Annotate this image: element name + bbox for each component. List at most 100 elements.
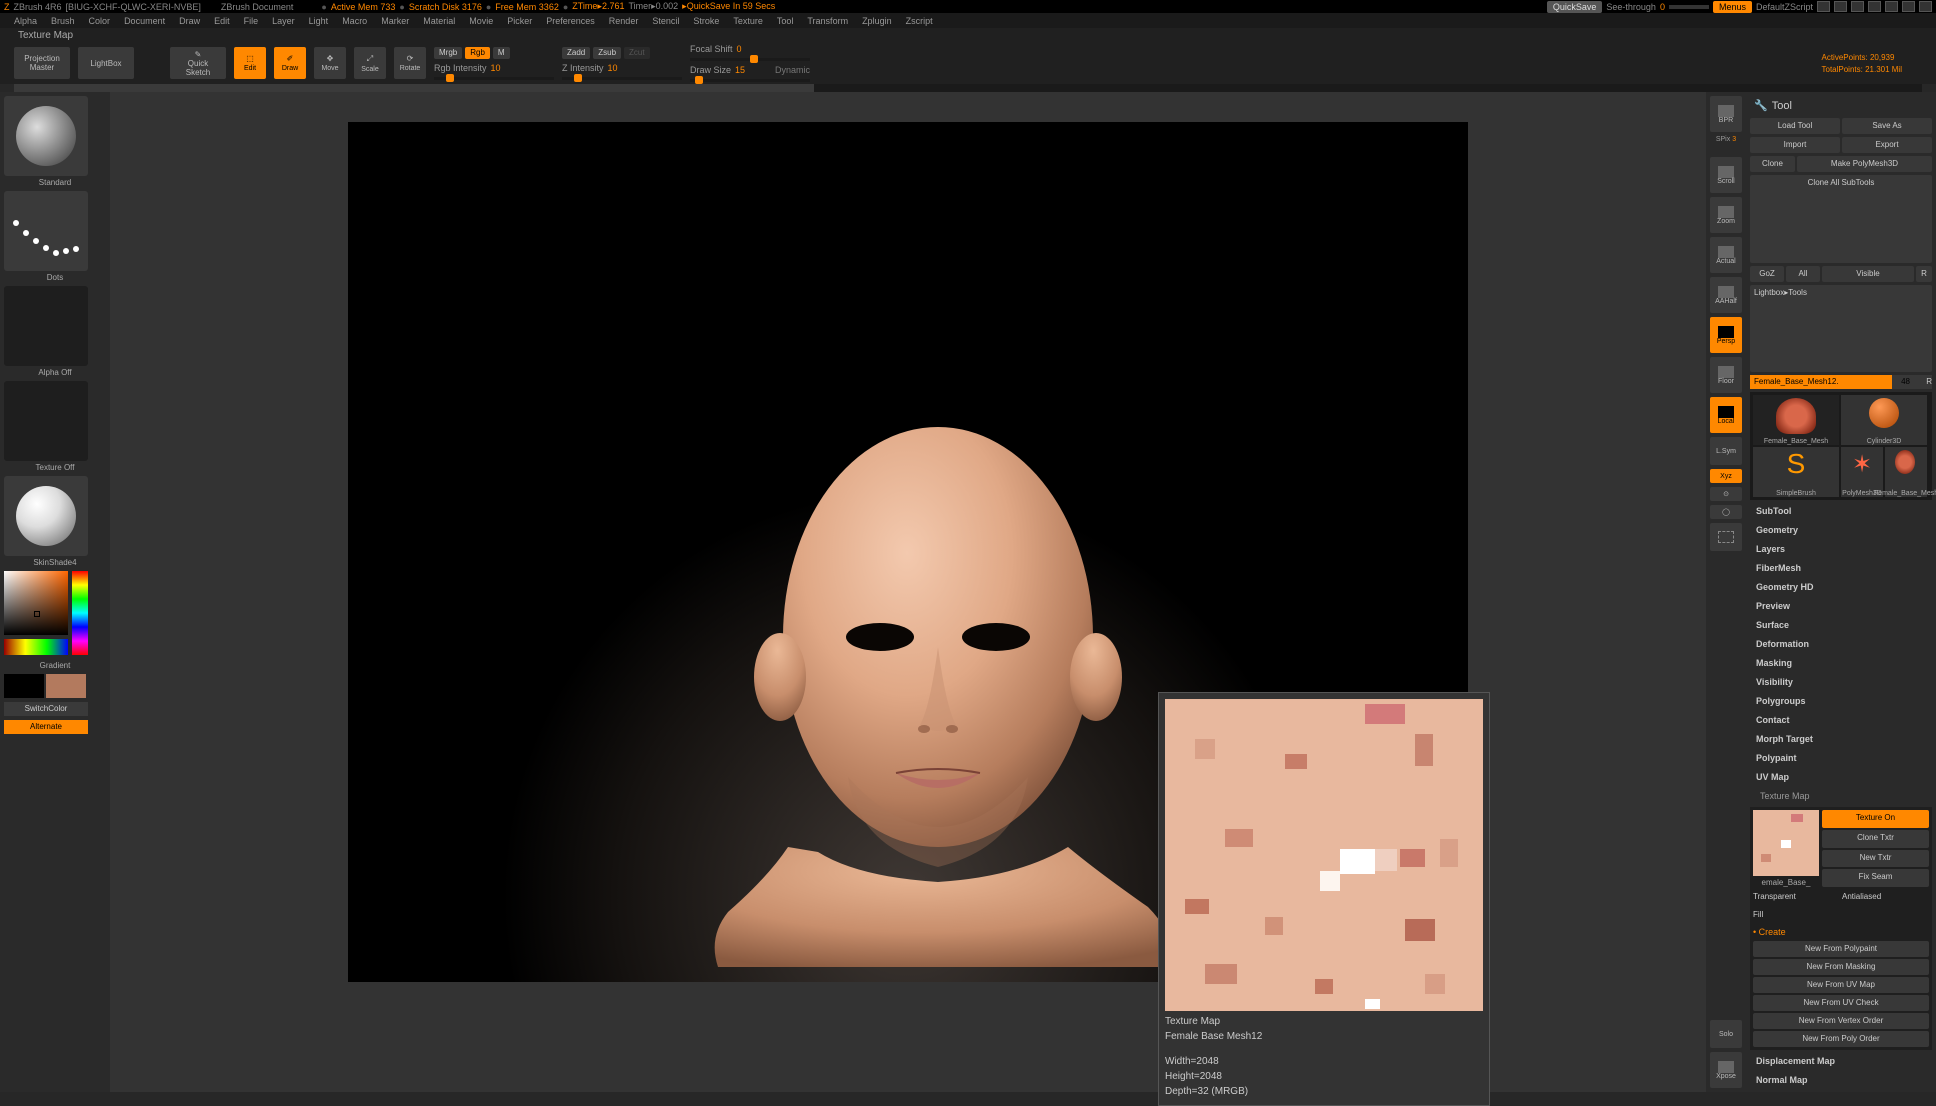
goz-r-button[interactable]: R [1916,266,1932,282]
alternate-button[interactable]: Alternate [4,720,88,734]
focal-shift-slider[interactable] [690,58,810,61]
menu-zplugin[interactable]: Zplugin [858,16,896,26]
new-from-masking[interactable]: New From Masking [1753,959,1929,975]
export-button[interactable]: Export [1842,137,1932,153]
rgb-intensity-slider[interactable] [434,77,554,80]
antialiased-toggle[interactable]: Antialiased [1842,889,1929,905]
minimize-icon[interactable] [1885,1,1898,12]
frame-button[interactable] [1710,523,1742,551]
tool-item-female2[interactable]: Female_Base_Mesh [1885,447,1927,497]
dynamic-label[interactable]: Dynamic [775,65,810,75]
move-button[interactable]: ✥Move [314,47,346,79]
acc-preview[interactable]: Preview [1750,598,1932,614]
fill-button[interactable]: Fill [1753,907,1929,923]
menu-layer[interactable]: Layer [268,16,299,26]
acc-texturemap[interactable]: Texture Map [1750,788,1932,804]
acc-morphtarget[interactable]: Morph Target [1750,731,1932,747]
acc-displacement[interactable]: Displacement Map [1750,1053,1932,1069]
zscript-label[interactable]: DefaultZScript [1756,2,1813,12]
acc-masking[interactable]: Masking [1750,655,1932,671]
acc-normalmap[interactable]: Normal Map [1750,1072,1932,1088]
maximize-icon[interactable] [1902,1,1915,12]
acc-geometryhd[interactable]: Geometry HD [1750,579,1932,595]
fix-seam-button[interactable]: Fix Seam [1822,869,1929,887]
make-polymesh-button[interactable]: Make PolyMesh3D [1797,156,1932,172]
tool-name-slider[interactable]: Female_Base_Mesh12. 48 R [1750,375,1932,389]
quicksave-button[interactable]: QuickSave [1547,1,1603,13]
menu-transform[interactable]: Transform [803,16,852,26]
menu-texture[interactable]: Texture [729,16,767,26]
clone-button[interactable]: Clone [1750,156,1795,172]
close-icon[interactable] [1919,1,1932,12]
tool-item-cylinder[interactable]: Cylinder3D [1841,395,1927,445]
load-tool-button[interactable]: Load Tool [1750,118,1840,134]
new-from-vertex-order[interactable]: New From Vertex Order [1753,1013,1929,1029]
new-from-poly-order[interactable]: New From Poly Order [1753,1031,1929,1047]
goz-all-button[interactable]: All [1786,266,1820,282]
menu-draw[interactable]: Draw [175,16,204,26]
texture-slot[interactable]: Texture Off [4,381,106,472]
bpr-button[interactable]: BPR [1710,96,1742,132]
acc-fibermesh[interactable]: FiberMesh [1750,560,1932,576]
spix-label[interactable]: SPix [1716,136,1730,143]
stroke-slot[interactable]: Dots [4,191,106,282]
transparent-toggle[interactable]: Transparent [1753,889,1840,905]
zcut-toggle[interactable]: Zcut [624,47,650,59]
save-as-button[interactable]: Save As [1842,118,1932,134]
acc-polygroups[interactable]: Polygroups [1750,693,1932,709]
acc-uvmap[interactable]: UV Map [1750,769,1932,785]
switch-color-button[interactable]: SwitchColor [4,702,88,716]
gradient-label[interactable]: Gradient [4,661,106,670]
head-model[interactable] [698,407,1178,982]
draw-size-slider[interactable] [690,79,810,82]
projection-master-button[interactable]: Projection Master [14,47,70,79]
menus-button[interactable]: Menus [1713,1,1752,13]
seethrough-slider[interactable] [1669,5,1709,9]
lightbox-button[interactable]: LightBox [78,47,134,79]
zoom-button[interactable]: Zoom [1710,197,1742,233]
pframe-2[interactable]: ◯ [1710,505,1742,519]
tool-r-button[interactable]: R [1926,375,1932,389]
edit-button[interactable]: ⬚Edit [234,47,266,79]
window-icon-2[interactable] [1834,1,1847,12]
acc-geometry[interactable]: Geometry [1750,522,1932,538]
scroll-button[interactable]: Scroll [1710,157,1742,193]
menu-stroke[interactable]: Stroke [689,16,723,26]
persp-button[interactable]: Persp [1710,317,1742,353]
mrgb-toggle[interactable]: Mrgb [434,47,462,59]
menu-preferences[interactable]: Preferences [542,16,599,26]
local-button[interactable]: Local [1710,397,1742,433]
menu-file[interactable]: File [240,16,263,26]
acc-visibility[interactable]: Visibility [1750,674,1932,690]
menu-color[interactable]: Color [85,16,115,26]
new-from-uvmap[interactable]: New From UV Map [1753,977,1929,993]
tool-item-simplebrush[interactable]: S SimpleBrush [1753,447,1839,497]
lsym-button[interactable]: L.Sym [1710,437,1742,465]
menu-alpha[interactable]: Alpha [10,16,41,26]
solo-button[interactable]: Solo [1710,1020,1742,1048]
menu-document[interactable]: Document [120,16,169,26]
material-slot[interactable]: SkinShade4 [4,476,106,567]
m-toggle[interactable]: M [493,47,510,59]
xpose-button[interactable]: Xpose [1710,1052,1742,1088]
acc-subtool[interactable]: SubTool [1750,503,1932,519]
acc-contact[interactable]: Contact [1750,712,1932,728]
new-txtr-button[interactable]: New Txtr [1822,850,1929,868]
create-header[interactable]: • Create [1753,925,1929,939]
rotate-button[interactable]: ⟳Rotate [394,47,426,79]
clone-txtr-button[interactable]: Clone Txtr [1822,830,1929,848]
menu-macro[interactable]: Macro [338,16,371,26]
aahalf-button[interactable]: AAHalf [1710,277,1742,313]
window-icon-4[interactable] [1868,1,1881,12]
pframe-1[interactable]: ⊙ [1710,487,1742,501]
seethrough-label[interactable]: See-through [1606,2,1656,12]
z-intensity-slider[interactable] [562,77,682,80]
menu-marker[interactable]: Marker [377,16,413,26]
acc-surface[interactable]: Surface [1750,617,1932,633]
color-swatches[interactable] [4,674,106,698]
menu-stencil[interactable]: Stencil [648,16,683,26]
menu-edit[interactable]: Edit [210,16,234,26]
tool-item-female[interactable]: Female_Base_Mesh [1753,395,1839,445]
acc-deformation[interactable]: Deformation [1750,636,1932,652]
alpha-slot[interactable]: Alpha Off [4,286,106,377]
